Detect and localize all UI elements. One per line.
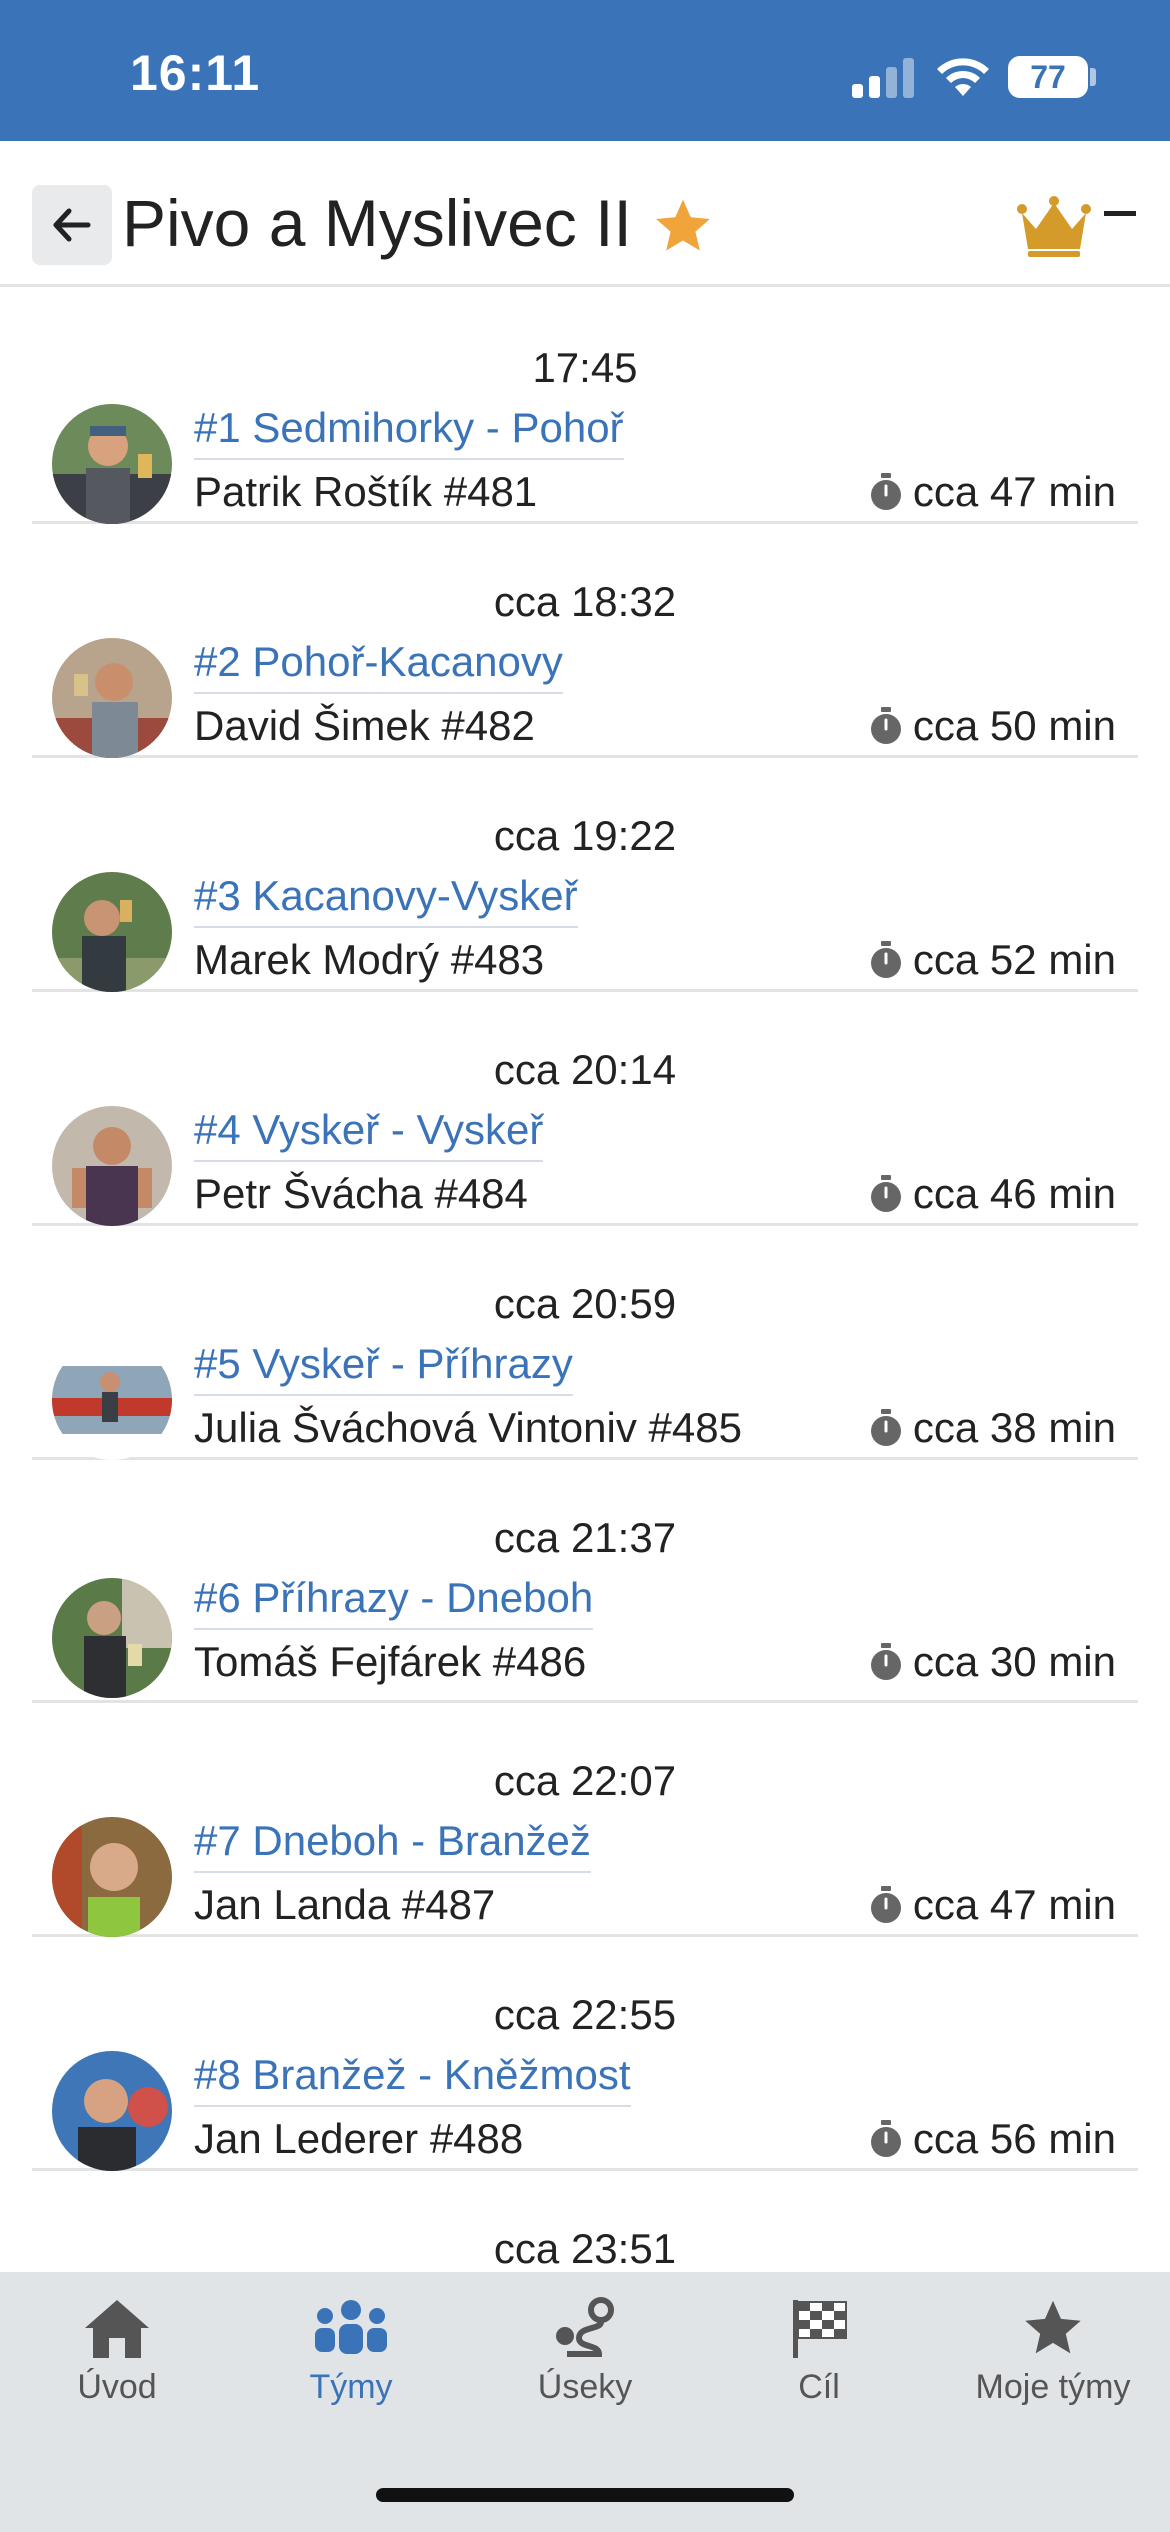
nav-item-uvod[interactable]: Úvod xyxy=(0,2296,234,2407)
duration-text: cca 30 min xyxy=(912,1638,1116,1685)
runner-name: Patrik Roštík #481 xyxy=(194,468,538,515)
duration-text: cca 46 min xyxy=(912,1170,1116,1217)
leg-start-time: cca 19:22 xyxy=(493,812,677,859)
leg-link[interactable]: #6 Příhrazy - Dneboh xyxy=(194,1574,594,1630)
crown-icon xyxy=(1017,196,1091,257)
leg-link[interactable]: #4 Vyskeř - Vyskeř xyxy=(194,1106,544,1162)
stopwatch-icon xyxy=(870,1175,901,1212)
nav-label: Týmy xyxy=(309,2368,393,2406)
duration-text: cca 47 min xyxy=(912,468,1116,515)
avatar xyxy=(52,1106,172,1226)
battery-tip xyxy=(1090,68,1096,86)
leg-start-time: cca 18:32 xyxy=(493,578,677,625)
duration-text: cca 38 min xyxy=(912,1404,1116,1451)
stopwatch-icon xyxy=(870,941,901,978)
leg-duration: cca 47 min xyxy=(869,1881,1116,1929)
cellular-signal-icon xyxy=(852,58,914,98)
leg-start-time: cca 20:14 xyxy=(493,1046,677,1093)
avatar xyxy=(52,872,172,992)
leg-duration: cca 30 min xyxy=(869,1638,1116,1686)
leg-link[interactable]: #2 Pohoř-Kacanovy xyxy=(194,638,563,694)
runner-name: David Šimek #482 xyxy=(194,702,535,749)
runner-name: Marek Modrý #483 xyxy=(194,936,545,983)
duration-text: cca 56 min xyxy=(912,2115,1116,2162)
nav-label: Cíl xyxy=(798,2368,840,2406)
leg-duration: cca 50 min xyxy=(869,702,1116,750)
status-bar: 16:11 77 xyxy=(0,0,1170,141)
leg-duration: cca 38 min xyxy=(869,1404,1116,1452)
leg-link[interactable]: #5 Vyskeř - Příhrazy xyxy=(194,1340,573,1396)
list-item[interactable]: cca 21:37 #6 Příhrazy - Dneboh Tomáš Fej… xyxy=(32,1460,1138,1703)
legs-list: 17:45 #1 Sedmihorky - Pohoř Patrik Roští… xyxy=(32,290,1138,2405)
finish-flag-icon xyxy=(793,2300,847,2358)
stopwatch-icon xyxy=(870,1409,901,1446)
list-item[interactable]: cca 20:59 #5 Vyskeř - Příhrazy Julia Švá… xyxy=(32,1226,1138,1460)
back-button[interactable] xyxy=(32,185,112,265)
leg-start-time: cca 23:51 xyxy=(493,2225,677,2272)
teams-icon xyxy=(315,2300,387,2354)
list-item[interactable]: 17:45 #1 Sedmihorky - Pohoř Patrik Roští… xyxy=(32,290,1138,524)
list-item[interactable]: cca 20:14 #4 Vyskeř - Vyskeř Petr Švácha… xyxy=(32,992,1138,1226)
runner-name: Jan Lederer #488 xyxy=(194,2115,524,2162)
home-indicator xyxy=(376,2488,794,2502)
list-item[interactable]: cca 18:32 #2 Pohoř-Kacanovy David Šimek … xyxy=(32,524,1138,758)
runner-name: Julia Šváchová Vintoniv #485 xyxy=(194,1404,742,1451)
page-title: Pivo a Myslivec II xyxy=(122,186,632,260)
leg-start-time: cca 22:07 xyxy=(493,1757,677,1804)
duration-text: cca 50 min xyxy=(912,702,1116,749)
runner-name: Tomáš Fejfárek #486 xyxy=(194,1638,587,1685)
stopwatch-icon xyxy=(870,473,901,510)
avatar xyxy=(52,404,172,524)
leg-duration: cca 52 min xyxy=(869,936,1116,984)
runner-name: Petr Švácha #484 xyxy=(194,1170,528,1217)
battery-level: 77 xyxy=(1008,56,1088,98)
route-icon xyxy=(556,2297,614,2357)
stopwatch-icon xyxy=(870,1643,901,1680)
leg-link[interactable]: #7 Dneboh - Branžež xyxy=(194,1817,591,1873)
star-icon xyxy=(1025,2300,1081,2354)
nav-item-useky[interactable]: Úseky xyxy=(468,2296,702,2407)
leg-duration: cca 46 min xyxy=(869,1170,1116,1218)
leg-duration: cca 47 min xyxy=(869,468,1116,516)
leg-link[interactable]: #3 Kacanovy-Vyskeř xyxy=(194,872,578,928)
avatar xyxy=(52,2051,172,2171)
nav-label: Úseky xyxy=(537,2368,633,2406)
leg-start-time: cca 22:55 xyxy=(493,1991,677,2038)
favorite-star-icon[interactable] xyxy=(652,195,714,257)
leg-duration: cca 56 min xyxy=(869,2115,1116,2163)
avatar xyxy=(52,1817,172,1937)
app-screen: 16:11 77 Pivo a Myslivec II 17:45 #1 Sed… xyxy=(0,0,1170,2532)
nav-item-cil[interactable]: Cíl xyxy=(702,2296,936,2407)
runner-name: Jan Landa #487 xyxy=(194,1881,496,1928)
duration-text: cca 52 min xyxy=(912,936,1116,983)
list-item[interactable]: cca 22:07 #7 Dneboh - Branžež Jan Landa … xyxy=(32,1703,1138,1937)
leg-start-time: 17:45 xyxy=(532,344,638,391)
avatar xyxy=(52,1340,172,1460)
leg-start-time: cca 21:37 xyxy=(493,1514,677,1561)
duration-text: cca 47 min xyxy=(912,1881,1116,1928)
leg-link[interactable]: #1 Sedmihorky - Pohoř xyxy=(194,404,624,460)
home-icon xyxy=(85,2300,149,2358)
wifi-icon xyxy=(937,58,989,96)
status-time: 16:11 xyxy=(130,45,261,101)
nav-label: Úvod xyxy=(77,2368,157,2406)
nav-item-tymy[interactable]: Týmy xyxy=(234,2296,468,2407)
arrow-left-icon xyxy=(53,208,91,242)
list-item[interactable]: cca 19:22 #3 Kacanovy-Vyskeř Marek Modrý… xyxy=(32,758,1138,992)
leg-start-time: cca 20:59 xyxy=(493,1280,677,1327)
team-header: Pivo a Myslivec II xyxy=(0,141,1170,287)
nav-label: Moje týmy xyxy=(975,2368,1131,2406)
list-item[interactable]: cca 22:55 #8 Branžež - Kněžmost Jan Lede… xyxy=(32,1937,1138,2171)
nav-item-moje-tymy[interactable]: Moje týmy xyxy=(936,2296,1170,2407)
stopwatch-icon xyxy=(870,2120,901,2157)
header-dash xyxy=(1104,211,1136,216)
avatar xyxy=(52,1578,172,1698)
avatar xyxy=(52,638,172,758)
stopwatch-icon xyxy=(870,707,901,744)
leg-link[interactable]: #8 Branžež - Kněžmost xyxy=(194,2051,631,2107)
stopwatch-icon xyxy=(870,1886,901,1923)
